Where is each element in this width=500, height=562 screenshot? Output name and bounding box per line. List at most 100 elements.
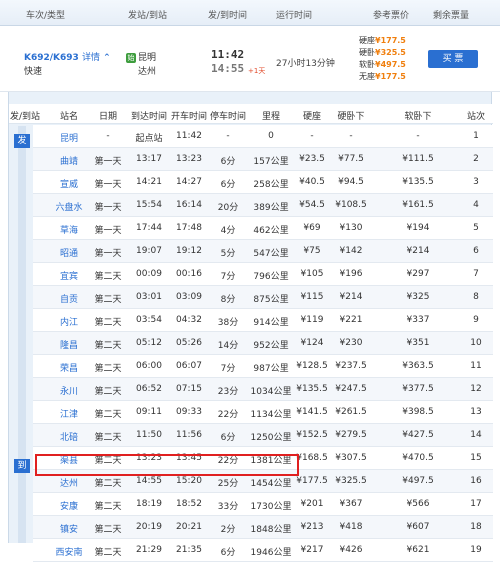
cell-distance: 462公里 [253, 226, 289, 236]
detail-toggle[interactable]: 详情 [82, 53, 100, 63]
cell-soft-sleeper: ¥337 [406, 315, 430, 325]
cell-depart-time: 13:23 [176, 154, 202, 164]
cell-soft-sleeper: ¥214 [406, 246, 430, 256]
cell-date: 第二天 [94, 341, 122, 351]
cell-hard-seat: ¥54.5 [299, 200, 325, 210]
cell-depart-time: 20:21 [176, 522, 202, 532]
cell-date: 第一天 [94, 226, 122, 236]
cell-depart-time: 18:52 [176, 499, 202, 509]
cell-arrive-time: 14:55 [136, 476, 162, 486]
cell-hard-seat: ¥69 [303, 223, 321, 233]
cell-distance: 987公里 [253, 364, 289, 374]
cell-stop-time: 5分 [220, 249, 236, 259]
cell-station: 内江 [59, 318, 79, 328]
cell-hard-sleeper: ¥325.5 [335, 476, 367, 486]
cell-arrive-time: 09:11 [136, 407, 162, 417]
cell-stop-index: 1 [473, 131, 479, 141]
table-row: 达州 第二天 14:55 15:20 25分 1454公里 ¥177.5 ¥325.5 ¥497… [33, 470, 493, 493]
cell-distance: 157公里 [253, 157, 289, 167]
cell-arrive-time: 06:52 [136, 384, 162, 394]
cell-arrive-time: 11:50 [136, 430, 162, 440]
cell-depart-time: 09:33 [176, 407, 202, 417]
header-col-times: 发/到时间 [208, 11, 248, 21]
cell-soft-sleeper: ¥470.5 [402, 453, 434, 463]
price-hard-sleeper: 硬卧¥325.5 [359, 48, 406, 57]
cell-distance: 1454公里 [250, 479, 292, 489]
cell-stop-index: 2 [473, 154, 479, 164]
cell-hard-sleeper: ¥247.5 [335, 384, 367, 394]
cell-arrive-time: 03:54 [136, 315, 162, 325]
plus-day-badge: +1天 [248, 67, 266, 75]
price-soft-sleeper: 软卧¥497.5 [359, 60, 406, 69]
cell-stop-index: 9 [473, 315, 479, 325]
cell-stop-time: 7分 [220, 272, 236, 282]
cell-hard-sleeper: ¥130 [339, 223, 363, 233]
cell-stop-index: 10 [470, 338, 482, 348]
table-row: 安康 第二天 18:19 18:52 33分 1730公里 ¥201 ¥367 ¥566 17 [33, 493, 493, 516]
chevron-up-icon[interactable]: ⌃ [103, 53, 111, 63]
th-hard-seat: 硬座 [302, 112, 322, 122]
cell-soft-sleeper: ¥566 [406, 499, 430, 509]
train-type: 快速 [24, 67, 43, 77]
cell-distance: 547公里 [253, 249, 289, 259]
cell-hard-sleeper: ¥237.5 [335, 361, 367, 371]
table-row: 昭通 第一天 19:07 19:12 5分 547公里 ¥75 ¥142 ¥214 6 [33, 240, 493, 263]
th-arrive-time: 到达时间 [130, 112, 168, 122]
cell-stop-time: 22分 [217, 456, 239, 466]
table-row: 荣昌 第二天 06:00 06:07 7分 987公里 ¥128.5 ¥237.5 ¥363.5… [33, 355, 493, 378]
cell-distance: 258公里 [253, 180, 289, 190]
buy-ticket-button[interactable]: 买 票 [428, 50, 478, 68]
cell-soft-sleeper: ¥398.5 [402, 407, 434, 417]
price-no-seat: 无座¥177.5 [359, 72, 406, 81]
cell-station: 昆明 [59, 134, 79, 144]
cell-stop-index: 14 [470, 430, 482, 440]
cell-stop-time: 4分 [220, 226, 236, 236]
start-station-icon: 始 [126, 53, 136, 63]
cell-hard-sleeper: ¥279.5 [335, 430, 367, 440]
cell-date: 第一天 [94, 249, 122, 259]
cell-hard-seat: ¥201 [300, 499, 324, 509]
train-number: K692/K693 [24, 53, 79, 63]
cell-stop-index: 5 [473, 223, 479, 233]
cell-arrive-time: 15:54 [136, 200, 162, 210]
cell-stop-index: 7 [473, 269, 479, 279]
cell-hard-seat: ¥128.5 [296, 361, 328, 371]
cell-hard-sleeper: ¥230 [339, 338, 363, 348]
cell-arrive-time: 13:23 [136, 453, 162, 463]
cell-distance: 1134公里 [250, 410, 292, 420]
cell-hard-seat: ¥152.5 [296, 430, 328, 440]
cell-station: 北碚 [59, 433, 79, 443]
cell-date: - [106, 131, 110, 141]
cell-soft-sleeper: ¥377.5 [402, 384, 434, 394]
cell-hard-seat: ¥115 [300, 292, 324, 302]
cell-soft-sleeper: ¥427.5 [402, 430, 434, 440]
cell-stop-time: 7分 [220, 364, 236, 374]
cell-stop-index: 13 [470, 407, 482, 417]
header-col-tickets: 剩余票量 [433, 11, 470, 21]
cell-station: 达州 [59, 479, 79, 489]
table-row: 宜宾 第二天 00:09 00:16 7分 796公里 ¥105 ¥196 ¥297 7 [33, 263, 493, 286]
cell-distance: 1034公里 [250, 387, 292, 397]
stop-table-header: 发/到站 站名 日期 到达时间 开车时间 停车时间 里程 硬座 硬卧下 软卧下 … [9, 104, 493, 124]
th-distance: 里程 [261, 112, 281, 122]
cell-station: 宣威 [59, 180, 79, 190]
cell-arrive-time: 20:19 [136, 522, 162, 532]
cell-station: 江津 [59, 410, 79, 420]
cell-distance: 1250公里 [250, 433, 292, 443]
cell-stop-time: 2分 [220, 525, 236, 535]
cell-depart-time: 07:15 [176, 384, 202, 394]
to-station: 达州 [126, 64, 156, 77]
cell-stop-index: 15 [470, 453, 482, 463]
cell-hard-sleeper: ¥307.5 [335, 453, 367, 463]
cell-stop-index: 3 [473, 177, 479, 187]
cell-station: 隆昌 [59, 341, 79, 351]
cell-date: 第一天 [94, 157, 122, 167]
cell-hard-seat: ¥23.5 [299, 154, 325, 164]
train-number-link[interactable]: K692/K693 详情 ⌃ [24, 50, 111, 63]
cell-depart-time: 11:42 [176, 131, 202, 141]
cell-hard-seat: ¥75 [303, 246, 321, 256]
cell-hard-seat: ¥40.5 [299, 177, 325, 187]
cell-hard-sleeper: ¥418 [339, 522, 363, 532]
cell-arrive-time: 17:44 [136, 223, 162, 233]
cell-station: 渠县 [59, 456, 79, 466]
